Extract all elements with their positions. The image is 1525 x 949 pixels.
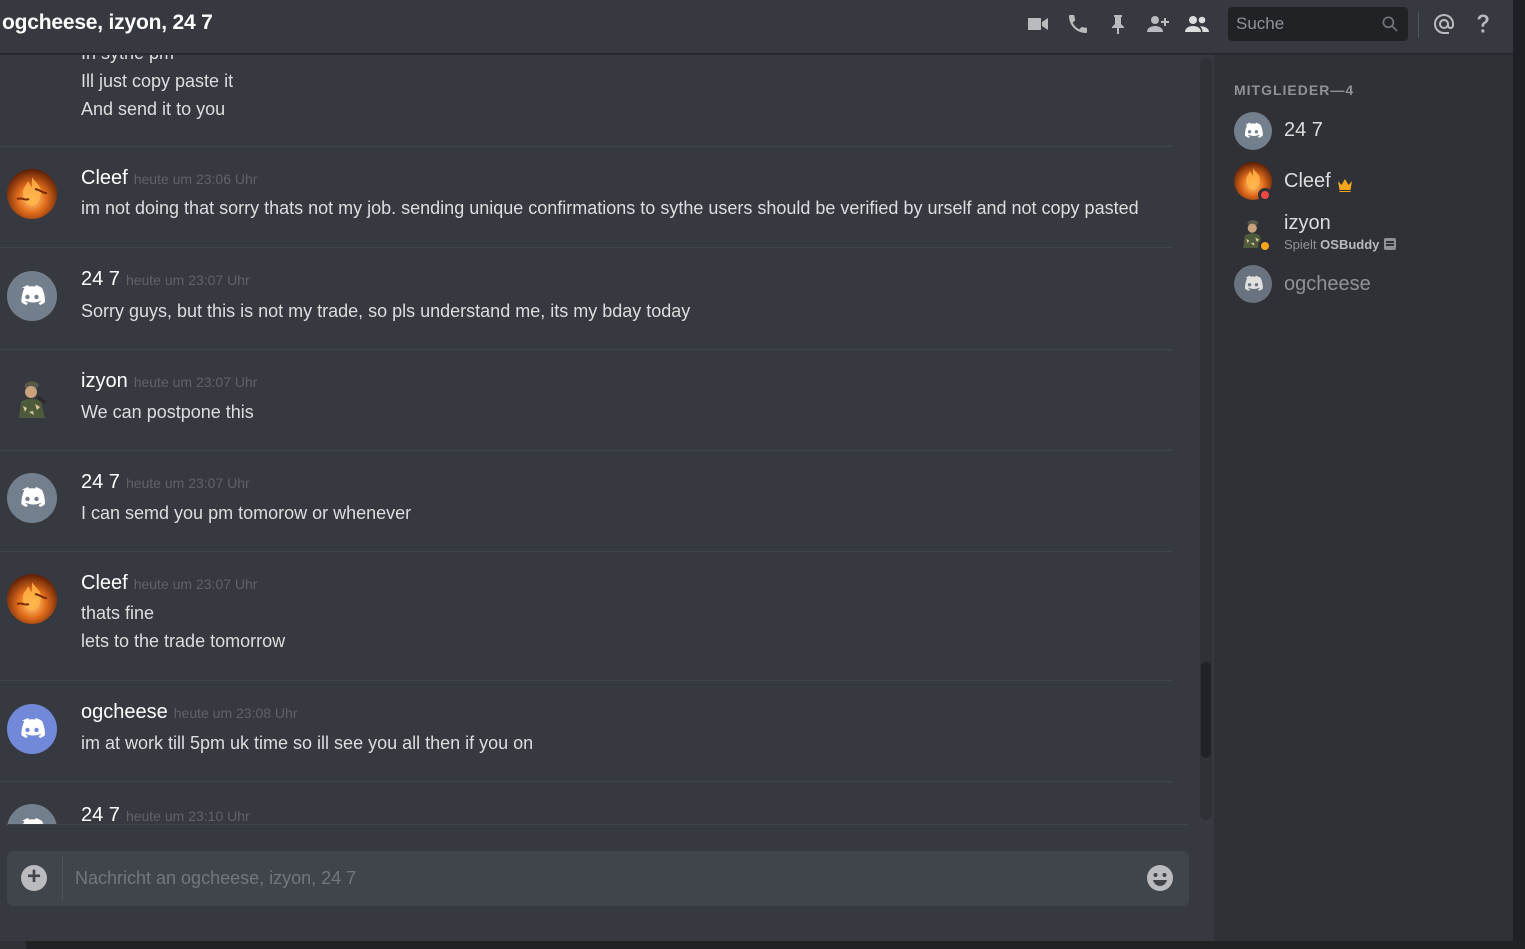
- upload-plus-icon[interactable]: +: [21, 864, 47, 891]
- izyon-avatar-icon[interactable]: [7, 372, 57, 422]
- member-activity: Spielt OSBuddy: [1284, 237, 1397, 252]
- mention-icon[interactable]: [1430, 10, 1458, 38]
- member-item[interactable]: Cleef: [1234, 162, 1504, 206]
- message-text: I can semd you pm tomorow or whenever: [81, 503, 412, 523]
- message-group: izyon heute um 23:07 Uhr We can postpone …: [0, 350, 1172, 451]
- search-icon[interactable]: [1380, 14, 1400, 34]
- search-input[interactable]: [1228, 7, 1378, 41]
- discord-default-avatar-icon[interactable]: [7, 271, 57, 321]
- voice-call-icon[interactable]: [1064, 10, 1092, 38]
- message-author[interactable]: 24 7 heute um 23:07 Uhr: [81, 471, 250, 494]
- message-timestamp: heute um 23:07 Uhr: [125, 475, 250, 491]
- member-item[interactable]: 24 7: [1234, 112, 1504, 156]
- composer-separator: [62, 857, 63, 900]
- video-call-icon[interactable]: [1024, 10, 1052, 38]
- idle-status-icon: [1258, 239, 1272, 253]
- discord-blurple-avatar-icon[interactable]: [7, 704, 57, 754]
- message-author[interactable]: ogcheese heute um 23:08 Uhr: [81, 701, 298, 724]
- message-author[interactable]: Cleef heute um 23:06 Uhr: [81, 167, 257, 190]
- message-group: 24 7 heute um 23:07 Uhr Sorry guys, but t…: [0, 248, 1172, 350]
- window-edge: [1513, 0, 1525, 949]
- composer-divider: [8, 824, 1188, 825]
- cleef-avatar-icon[interactable]: [7, 574, 57, 624]
- message-text: im at work till 5pm uk time so ill see y…: [81, 733, 534, 753]
- message-timestamp: heute um 23:08 Uhr: [173, 705, 298, 721]
- message-composer: +: [7, 851, 1189, 906]
- message-timestamp: heute um 23:07 Uhr: [133, 374, 258, 390]
- message-timestamp: heute um 23:07 Uhr: [125, 272, 250, 288]
- message-text: We can postpone this: [81, 402, 254, 422]
- header-divider: [1418, 12, 1419, 38]
- message-group: ogcheese heute um 23:08 Uhr im at work ti…: [0, 681, 1172, 782]
- add-member-icon[interactable]: [1143, 10, 1171, 38]
- message-group: Cleef heute um 23:06 Uhr im not doing tha…: [0, 147, 1172, 248]
- member-item[interactable]: izyon Spielt OSBuddy: [1234, 212, 1504, 257]
- message-text: lets to the trade tomorrow: [81, 631, 286, 651]
- member-item[interactable]: ogcheese: [1234, 265, 1504, 309]
- help-icon[interactable]: [1469, 10, 1497, 38]
- member-list-icon[interactable]: [1183, 10, 1211, 38]
- app-window: ogcheese, izyon, 24 7 Suche Ill just cop…: [0, 0, 1513, 941]
- message-input[interactable]: [75, 851, 1135, 906]
- crown-icon: [1337, 175, 1353, 192]
- message-text: In sythe pm: [81, 55, 174, 64]
- member-name: ogcheese: [1284, 273, 1371, 295]
- member-name: 24 7: [1284, 119, 1323, 141]
- cleef-avatar-icon[interactable]: [7, 169, 57, 219]
- taskbar-edge: [0, 941, 1525, 949]
- emoji-icon[interactable]: [1146, 864, 1174, 892]
- message-list[interactable]: In sythe pm Ill just copy paste it And s…: [0, 55, 1196, 825]
- channel-header: ogcheese, izyon, 24 7: [0, 0, 1513, 54]
- member-list: MITGLIEDER—4 24 7 Cleef izyon Spielt OSB…: [1214, 55, 1513, 941]
- message-timestamp: heute um 23:07 Uhr: [133, 576, 258, 592]
- discord-default-avatar-icon: [1234, 265, 1272, 303]
- member-list-header: MITGLIEDER—4: [1234, 82, 1355, 98]
- message-group: 24 7 heute um 23:10 Uhr: [0, 782, 1172, 825]
- search-box[interactable]: [1228, 7, 1408, 41]
- message-text: Sorry guys, but this is not my trade, so…: [81, 301, 691, 321]
- discord-default-avatar-icon[interactable]: [7, 804, 57, 825]
- message-author[interactable]: Cleef heute um 23:07 Uhr: [81, 572, 257, 595]
- message-text: im not doing that sorry thats not my job…: [81, 198, 1139, 218]
- discord-default-avatar-icon: [1234, 112, 1272, 150]
- message-text: Ill just copy paste it: [81, 71, 234, 91]
- message-author[interactable]: 24 7 heute um 23:07 Uhr: [81, 268, 250, 291]
- message-group: Cleef heute um 23:07 Uhr thats fine lets …: [0, 552, 1172, 681]
- scrollbar-thumb[interactable]: [1201, 662, 1211, 758]
- message-author[interactable]: 24 7 heute um 23:10 Uhr: [81, 804, 250, 825]
- member-name: izyon: [1284, 212, 1331, 234]
- message-timestamp: heute um 23:06 Uhr: [133, 171, 258, 187]
- message-group: 24 7 heute um 23:07 Uhr I can semd you pm…: [0, 451, 1172, 552]
- message-text: thats fine: [81, 603, 155, 623]
- dnd-status-icon: [1258, 188, 1272, 202]
- message-group: In sythe pm Ill just copy paste it And s…: [0, 55, 1172, 147]
- member-name: Cleef: [1284, 170, 1353, 193]
- channel-title: ogcheese, izyon, 24 7: [2, 11, 213, 34]
- message-text: And send it to you: [81, 99, 226, 119]
- discord-default-avatar-icon[interactable]: [7, 473, 57, 523]
- pin-icon[interactable]: [1104, 10, 1132, 38]
- message-timestamp: heute um 23:10 Uhr: [125, 808, 250, 824]
- message-author[interactable]: izyon heute um 23:07 Uhr: [81, 370, 257, 393]
- rich-presence-icon: [1384, 238, 1397, 250]
